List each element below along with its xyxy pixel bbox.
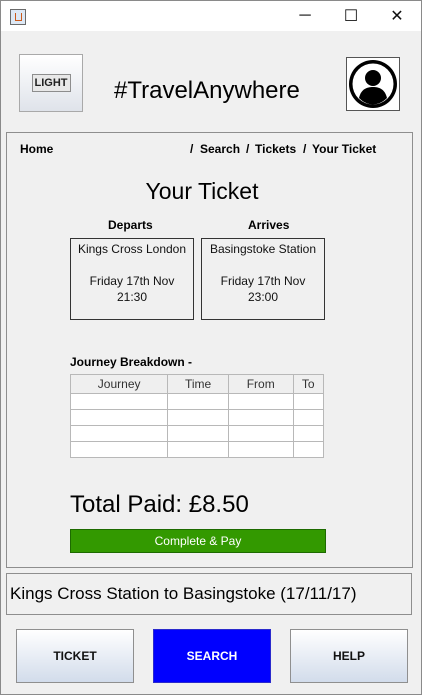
light-mode-button[interactable]: LIGHT <box>19 54 83 112</box>
journey-summary: Kings Cross Station to Basingstoke (17/1… <box>6 573 412 615</box>
maximize-button[interactable]: ☐ <box>328 1 374 31</box>
user-profile-button[interactable] <box>346 57 400 111</box>
user-profile-icon <box>349 60 397 108</box>
breadcrumb-tickets[interactable]: Tickets <box>255 142 296 156</box>
breakdown-title: Journey Breakdown - <box>70 355 193 369</box>
breadcrumb-current: Your Ticket <box>312 142 377 156</box>
departs-station: Kings Cross London <box>77 242 187 256</box>
table-cell[interactable] <box>69 441 169 458</box>
departs-card: Kings Cross London Friday 17th Nov 21:30 <box>70 238 194 320</box>
breadcrumb-home[interactable]: Home <box>20 142 53 156</box>
journey-breakdown-table: Journey Time From To <box>69 374 324 458</box>
app-window: ─ ☐ ✕ LIGHT #TravelAnywhere Home / Searc… <box>0 0 422 695</box>
table-cell[interactable] <box>69 425 169 442</box>
column-header-from[interactable]: From <box>227 374 294 394</box>
arrives-date: Friday 17th Nov <box>220 274 306 288</box>
help-button[interactable]: HELP <box>290 629 408 683</box>
arrives-heading: Arrives <box>248 218 290 232</box>
light-mode-label: LIGHT <box>31 74 71 92</box>
breadcrumb-separator: / <box>303 142 307 156</box>
departs-time: 21:30 <box>116 290 148 304</box>
table-row[interactable] <box>69 393 324 410</box>
breadcrumb-search[interactable]: Search <box>200 142 240 156</box>
arrives-station: Basingstoke Station <box>209 242 317 256</box>
app-header: LIGHT #TravelAnywhere <box>6 39 413 131</box>
total-paid: Total Paid: £8.50 <box>70 491 249 518</box>
table-cell[interactable] <box>227 393 294 410</box>
table-cell[interactable] <box>292 393 324 410</box>
departs-heading: Departs <box>108 218 153 232</box>
table-cell[interactable] <box>69 409 169 426</box>
table-cell[interactable] <box>167 425 229 442</box>
column-header-time[interactable]: Time <box>167 374 229 394</box>
ticket-panel: Home / Search / Tickets / Your Ticket Yo… <box>6 132 413 568</box>
page-title: Your Ticket <box>145 178 259 204</box>
table-cell[interactable] <box>227 409 294 426</box>
complete-pay-button[interactable]: Complete & Pay <box>70 529 326 553</box>
table-cell[interactable] <box>292 425 324 442</box>
column-header-to[interactable]: To <box>292 374 324 394</box>
table-cell[interactable] <box>292 441 324 458</box>
table-cell[interactable] <box>227 425 294 442</box>
arrives-time: 23:00 <box>247 290 279 304</box>
search-button[interactable]: SEARCH <box>153 629 271 683</box>
ticket-button[interactable]: TICKET <box>16 629 134 683</box>
table-cell[interactable] <box>167 393 229 410</box>
column-header-journey[interactable]: Journey <box>69 374 169 394</box>
title-bar: ─ ☐ ✕ <box>1 1 421 31</box>
table-row[interactable] <box>69 409 324 426</box>
table-row[interactable] <box>69 441 324 458</box>
breadcrumb-separator: / <box>190 142 194 156</box>
breadcrumb-separator: / <box>246 142 250 156</box>
departs-date: Friday 17th Nov <box>89 274 175 288</box>
table-cell[interactable] <box>292 409 324 426</box>
table-cell[interactable] <box>167 441 229 458</box>
java-app-icon <box>10 9 26 25</box>
table-cell[interactable] <box>167 409 229 426</box>
table-cell[interactable] <box>227 441 294 458</box>
arrives-card: Basingstoke Station Friday 17th Nov 23:0… <box>201 238 325 320</box>
table-row[interactable] <box>69 425 324 442</box>
table-cell[interactable] <box>69 393 169 410</box>
brand-title: #TravelAnywhere <box>114 77 300 104</box>
minimize-button[interactable]: ─ <box>282 1 328 31</box>
close-button[interactable]: ✕ <box>374 1 420 31</box>
